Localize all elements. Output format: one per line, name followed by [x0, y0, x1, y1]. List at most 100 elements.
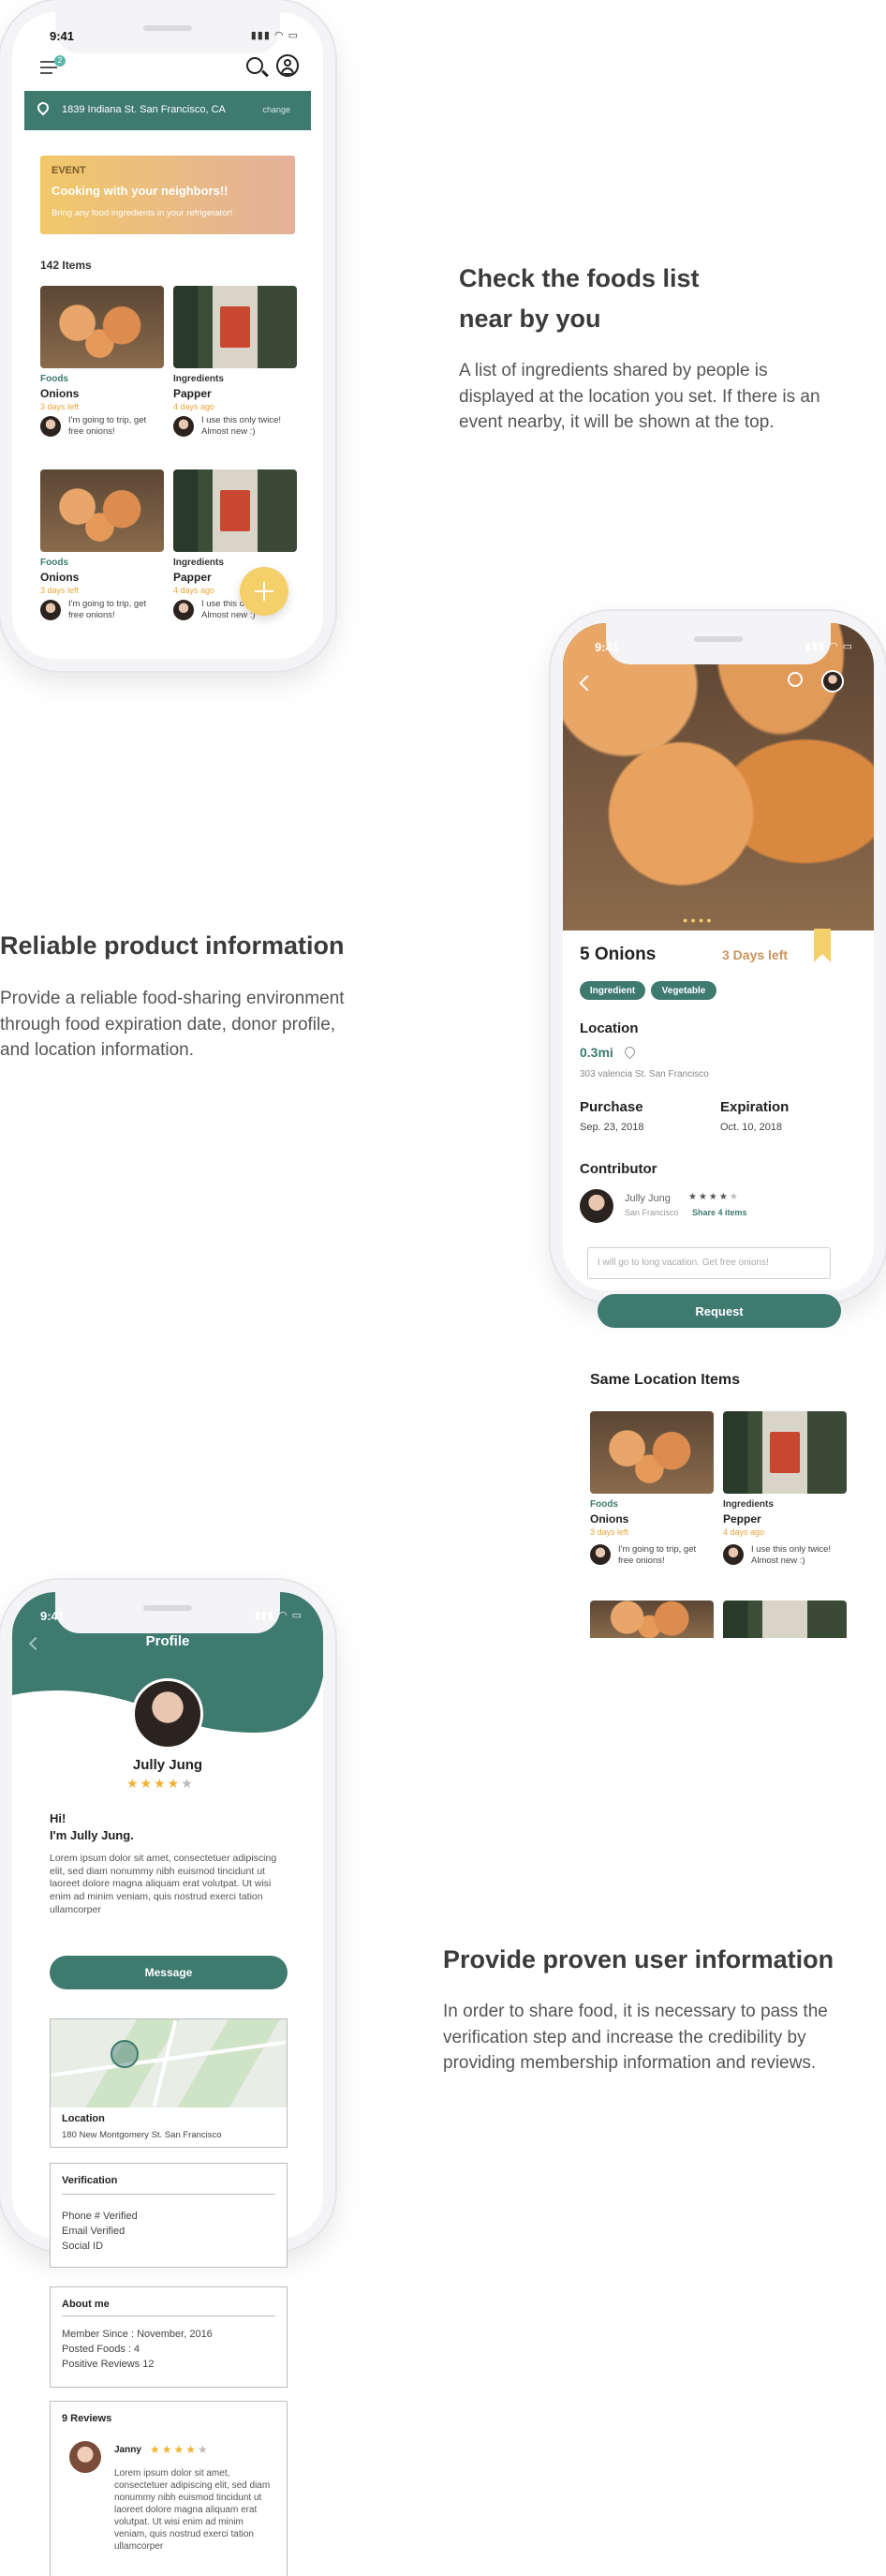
- event-card[interactable]: EVENT Cooking with your neighbors!! Brin…: [40, 156, 295, 234]
- location-bar[interactable]: 1839 Indiana St. San Francisco, CA chang…: [24, 91, 311, 130]
- purchase-label: Purchase: [580, 1099, 643, 1115]
- tag-vegetable[interactable]: Vegetable: [651, 981, 716, 1000]
- phone-profile: 9:41 ▮▮▮ ◠ ▭ Profile Jully Jung ★★★★★ Hi…: [0, 1580, 335, 2251]
- food-category: Foods: [40, 374, 68, 384]
- section-heading-food-list: Check the foods list near by you: [459, 259, 768, 339]
- greeting-line-2: I'm Jully Jung.: [50, 1828, 134, 1842]
- message-input[interactable]: I will go to long vacation. Get free oni…: [587, 1247, 831, 1279]
- product-address: 303 valencia St. San Francisco: [580, 1069, 709, 1080]
- message-placeholder: I will go to long vacation. Get free oni…: [598, 1258, 769, 1268]
- profile-bio: Lorem ipsum dolor sit amet, consectetuer…: [50, 1853, 277, 1915]
- donor-avatar: [723, 1544, 744, 1565]
- days-left: 3 Days left: [722, 947, 789, 962]
- contributor-city: San Francisco: [625, 1208, 679, 1217]
- request-button[interactable]: Request: [598, 1294, 841, 1328]
- carousel-dots[interactable]: ●●●●: [683, 916, 715, 925]
- status-time: 9:41: [50, 29, 75, 43]
- about-label: About me: [62, 2299, 110, 2310]
- donor-avatar: [173, 416, 194, 437]
- food-card[interactable]: Ingredients Papper 4 days ago I use this…: [173, 286, 297, 459]
- donor-note: I'm going to trip, get free onions!: [618, 1544, 697, 1567]
- same-location-card[interactable]: Ingredients Pepper 4 days ago I use this…: [723, 1411, 847, 1580]
- tag-ingredient[interactable]: Ingredient: [580, 981, 645, 1000]
- verification-label: Verification: [62, 2175, 118, 2186]
- food-image: [723, 1411, 847, 1494]
- food-image: [40, 469, 164, 552]
- same-location-card[interactable]: Foods Onions 3 days left I'm going to tr…: [590, 1411, 714, 1580]
- food-card[interactable]: Ingredients Papper 4 days ago I use this…: [173, 469, 297, 643]
- divider: [62, 2315, 275, 2316]
- verification-item: Phone # Verified: [62, 2211, 138, 2222]
- profile-rating: ★★★★★: [126, 1776, 195, 1791]
- status-time: 9:41: [595, 640, 620, 654]
- donor-avatar: [590, 1544, 611, 1565]
- food-card[interactable]: Foods Onions 3 days left I'm going to tr…: [40, 286, 164, 459]
- profile-avatar[interactable]: [132, 1678, 203, 1750]
- food-name: Onions: [40, 571, 80, 584]
- product-title: 5 Onions: [580, 945, 657, 964]
- food-category: Ingredients: [173, 374, 224, 384]
- profile-name: Jully Jung: [132, 1757, 203, 1773]
- location-address: 180 New Montgomery St. San Francisco: [62, 2130, 222, 2140]
- distance: 0.3mi: [580, 1045, 613, 1060]
- heading-line-2: near by you: [459, 305, 601, 334]
- about-item: Member Since : November, 2016: [62, 2329, 213, 2340]
- section-text-product-info: Provide a reliable food-sharing environm…: [0, 989, 345, 1061]
- food-days: 3 days left: [40, 586, 80, 595]
- phone-product-detail: 9:41 ▮▮▮ ◠ ▭ ●●●● 5 Onions 3 Days left I…: [551, 611, 886, 1303]
- search-icon-handle: [261, 69, 269, 78]
- section-text-user-info: In order to share food, it is necessary …: [443, 2002, 828, 2074]
- reviewer-avatar[interactable]: [69, 2441, 101, 2473]
- divider: [62, 2194, 275, 2195]
- heading-line-1: Check the foods list: [459, 264, 700, 292]
- section-text-food-list: A list of ingredients shared by people i…: [459, 361, 820, 433]
- phone-food-list: 9:41 ▮▮▮ ◠ ▭ 2 1839 Indiana St. San Fran…: [0, 0, 335, 671]
- food-days: 4 days ago: [173, 586, 215, 595]
- map-road: [152, 2019, 178, 2107]
- food-image: [173, 286, 297, 368]
- change-location-link[interactable]: change: [262, 105, 290, 114]
- greeting-line-1: Hi!: [50, 1811, 66, 1825]
- profile-icon[interactable]: [276, 54, 299, 77]
- profile-icon[interactable]: [821, 670, 844, 692]
- phone-notch: [606, 623, 831, 664]
- contributor-name: Jully Jung: [625, 1193, 671, 1204]
- about-item: Posted Foods : 4: [62, 2344, 140, 2355]
- food-category: Foods: [590, 1499, 618, 1510]
- share-items-link[interactable]: Share 4 items: [692, 1208, 747, 1217]
- location-card[interactable]: Location 180 New Montgomery St. San Fran…: [50, 2018, 288, 2148]
- search-icon[interactable]: [788, 672, 803, 687]
- food-name: Pepper: [723, 1512, 761, 1526]
- profile-title: Profile: [145, 1633, 190, 1649]
- food-image-partial: [590, 1601, 714, 1638]
- items-count: 142 Items: [40, 259, 92, 272]
- about-item: Positive Reviews 12: [62, 2359, 155, 2370]
- food-name: Onions: [40, 387, 80, 400]
- food-days: 4 days ago: [723, 1527, 765, 1537]
- menu-icon[interactable]: 2: [40, 55, 66, 74]
- food-list-screen: 9:41 ▮▮▮ ◠ ▭ 2 1839 Indiana St. San Fran…: [12, 12, 323, 659]
- message-button[interactable]: Message: [50, 1956, 288, 1989]
- contributor-avatar[interactable]: [580, 1189, 613, 1223]
- map-image[interactable]: [51, 2019, 287, 2107]
- event-tag: EVENT: [52, 165, 86, 176]
- food-image-partial: [723, 1601, 847, 1638]
- bookmark-icon[interactable]: [814, 929, 831, 962]
- product-detail-screen: 9:41 ▮▮▮ ◠ ▭ ●●●● 5 Onions 3 Days left I…: [563, 623, 874, 1290]
- location-label: Location: [62, 2113, 105, 2124]
- reviews-label: 9 Reviews: [62, 2413, 112, 2424]
- food-category: Foods: [40, 558, 68, 568]
- reviewer-rating: ★★★★★: [150, 2443, 210, 2456]
- event-title: Cooking with your neighbors!!: [52, 184, 229, 198]
- add-item-button[interactable]: [240, 567, 288, 616]
- donor-note: I use this only twice! Almost new :): [751, 1544, 832, 1567]
- contributor-rating: ★★★★★: [688, 1192, 740, 1202]
- food-image: [590, 1411, 714, 1494]
- phone-notch: [55, 12, 280, 53]
- food-category: Ingredients: [723, 1499, 774, 1510]
- food-card[interactable]: Foods Onions 3 days left I'm going to tr…: [40, 469, 164, 643]
- status-icons: ▮▮▮ ◠ ▭: [805, 641, 853, 652]
- location-label: Location: [580, 1020, 639, 1036]
- donor-avatar: [40, 600, 61, 620]
- same-location-label: Same Location Items: [590, 1372, 741, 1388]
